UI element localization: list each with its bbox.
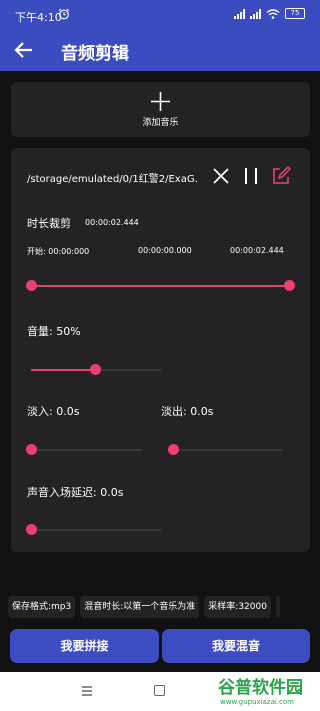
- status-time: 下午4:10: [15, 11, 62, 24]
- delay-handle[interactable]: [26, 524, 37, 535]
- trim-label: 时长裁剪: [27, 217, 71, 230]
- signal-icon-1: [234, 8, 245, 19]
- close-icon[interactable]: [211, 166, 231, 186]
- alarm-icon: [58, 8, 70, 20]
- signal-icon-2: [250, 8, 261, 19]
- trim-duration: 00:00:02.444: [85, 218, 139, 227]
- app-bar: 音频剪辑: [0, 30, 320, 71]
- trim-start-label: 开始: 00:00:000: [27, 247, 90, 256]
- volume-fill: [31, 369, 96, 371]
- fade-in-track[interactable]: [31, 449, 141, 451]
- watermark-title: 谷普软件园: [218, 678, 303, 698]
- more-chip-edge[interactable]: [275, 596, 280, 618]
- fade-out-track[interactable]: [173, 449, 283, 451]
- trim-end-handle[interactable]: [284, 280, 295, 291]
- battery-indicator: 75: [285, 8, 305, 19]
- watermark-logo: 谷普软件园 www.gupuxiazai.com: [218, 673, 320, 711]
- sample-rate-chip[interactable]: 采样率:32000: [204, 596, 271, 618]
- menu-icon[interactable]: [82, 685, 92, 697]
- file-path: /storage/emulated/0/1红警2/ExaG…: [27, 174, 199, 185]
- mix-duration-chip[interactable]: 混音时长:以第一个音乐为准: [80, 596, 200, 618]
- trim-end-value: 00:00:02.444: [230, 246, 284, 255]
- add-music-button[interactable]: 添加音乐: [11, 82, 310, 137]
- trim-start-handle[interactable]: [26, 280, 37, 291]
- settings-chip-row: 保存格式:mp3 混音时长:以第一个音乐为准 采样率:32000: [8, 596, 280, 618]
- trim-start-value: 00:00:00.000: [138, 246, 192, 255]
- volume-handle[interactable]: [90, 364, 101, 375]
- delay-label: 声音入场延迟: 0.0s: [27, 486, 124, 499]
- format-chip[interactable]: 保存格式:mp3: [8, 596, 76, 618]
- status-bar: 下午4:10 75: [0, 0, 320, 30]
- delay-track[interactable]: [31, 529, 161, 531]
- volume-label: 音量: 50%: [27, 325, 81, 338]
- watermark-url: www.gupuxiazai.com: [220, 698, 294, 706]
- wifi-icon: [266, 8, 280, 19]
- edit-icon[interactable]: [271, 166, 291, 186]
- fade-in-label: 淡入: 0.0s: [27, 405, 80, 418]
- arrow-left-icon[interactable]: [12, 38, 36, 62]
- track-card: /storage/emulated/0/1红警2/ExaG… 时长裁剪 00:0…: [11, 148, 310, 552]
- fade-out-handle[interactable]: [168, 444, 179, 455]
- fade-in-handle[interactable]: [26, 444, 37, 455]
- add-music-label: 添加音乐: [142, 118, 179, 128]
- page-title: 音频剪辑: [61, 44, 129, 64]
- home-icon[interactable]: [154, 685, 165, 696]
- fade-out-label: 淡出: 0.0s: [161, 405, 214, 418]
- mix-button[interactable]: 我要混音: [162, 629, 310, 663]
- pause-icon[interactable]: [241, 166, 261, 186]
- trim-range-fill: [31, 285, 289, 287]
- plus-icon: [151, 92, 170, 111]
- splice-button[interactable]: 我要拼接: [10, 629, 159, 663]
